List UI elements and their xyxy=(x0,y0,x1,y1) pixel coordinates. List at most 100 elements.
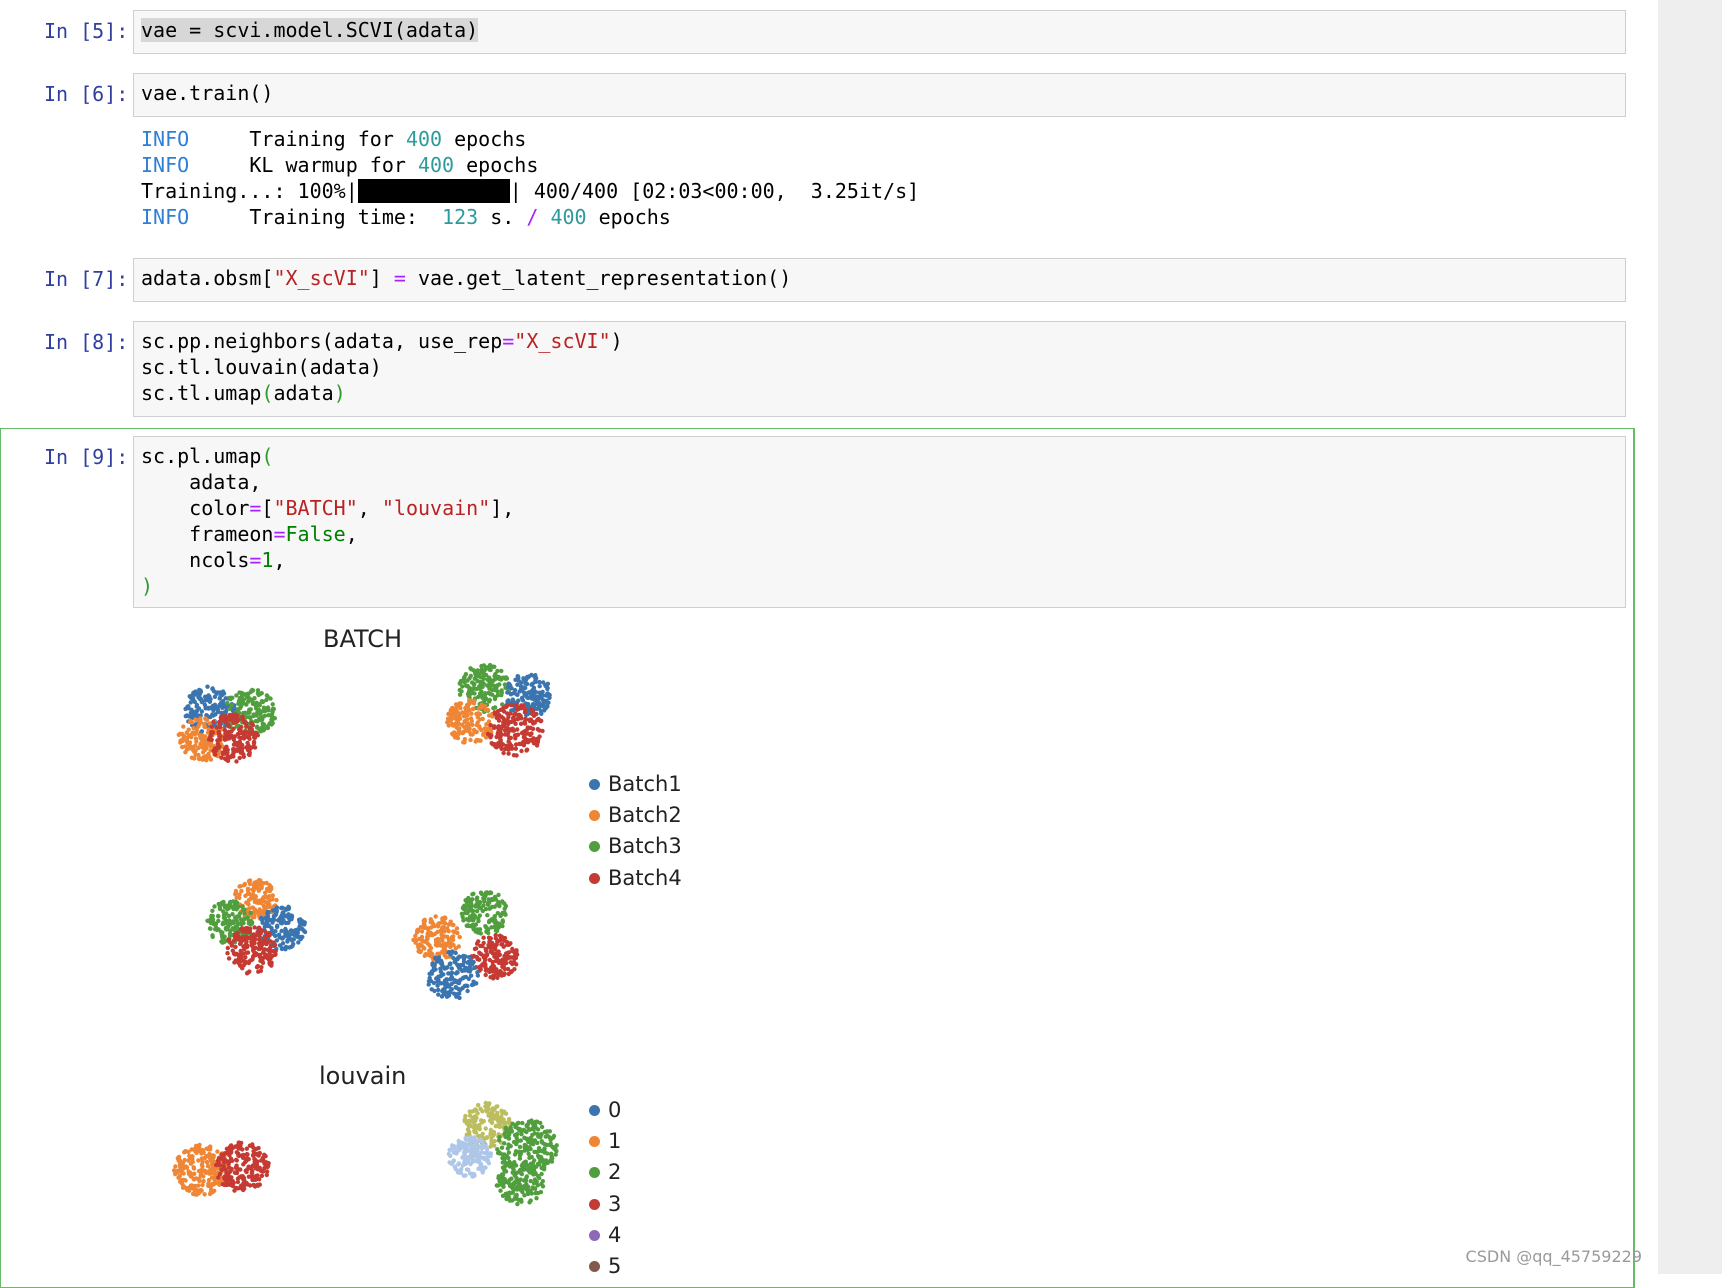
louvain-umap-scatter xyxy=(171,1100,559,1207)
code-cell-input[interactable]: vae.train() xyxy=(133,73,1626,117)
scatter-point xyxy=(448,976,453,981)
scatter-point xyxy=(225,951,230,956)
scatter-point xyxy=(468,915,474,920)
scatter-point xyxy=(238,1167,243,1172)
output-text: KL warmup for xyxy=(249,153,418,177)
scatter-point xyxy=(481,935,486,940)
scatter-point xyxy=(499,942,504,947)
scatter-point xyxy=(446,939,452,945)
code-cell-input[interactable]: sc.pp.neighbors(adata, use_rep="X_scVI")… xyxy=(133,321,1626,417)
scatter-point xyxy=(441,945,446,950)
scatter-point xyxy=(211,708,216,713)
scatter-point xyxy=(225,907,230,912)
scatter-point xyxy=(535,1140,540,1146)
scatter-point xyxy=(456,1142,461,1147)
scatter-point xyxy=(493,712,498,717)
output-slash: / xyxy=(526,205,539,229)
scatter-point xyxy=(469,982,475,988)
scatter-point xyxy=(236,706,242,711)
scatter-point xyxy=(270,893,275,898)
scatter-point xyxy=(510,728,515,733)
scatter-point xyxy=(523,717,529,722)
scatter-point xyxy=(227,1176,232,1182)
scatter-point xyxy=(534,694,540,699)
scatter-point xyxy=(487,939,492,944)
scatter-point xyxy=(503,1126,508,1131)
scatter-point xyxy=(252,907,257,912)
scatter-point xyxy=(280,936,285,941)
scatter-point xyxy=(522,693,527,698)
scatter-point xyxy=(535,737,541,742)
scatter-point xyxy=(176,732,181,737)
scatter-point xyxy=(247,878,253,883)
cell-prompt: In [6]: xyxy=(44,82,129,106)
scatter-point xyxy=(250,957,255,962)
plot-title-louvain: louvain xyxy=(319,1062,407,1090)
output-line: INFO Training for 400 epochs xyxy=(141,126,526,152)
scatter-point xyxy=(201,1150,206,1155)
legend-label: 1 xyxy=(608,1129,622,1153)
scatter-point xyxy=(260,911,265,916)
scatter-point xyxy=(487,680,492,685)
scatter-point xyxy=(197,687,202,693)
scatter-point xyxy=(235,1176,241,1181)
scatter-point xyxy=(249,1170,255,1175)
scatter-point xyxy=(283,926,288,932)
scatter-point xyxy=(200,750,206,755)
scatter-point xyxy=(463,1173,468,1178)
scatter-point xyxy=(252,696,257,701)
scatter-point xyxy=(227,931,233,937)
scatter-point xyxy=(199,736,204,742)
scatter-point xyxy=(255,1173,260,1178)
scatter-point xyxy=(483,968,489,973)
scatter-point xyxy=(230,912,235,917)
scatter-point xyxy=(533,679,539,684)
scatter-point xyxy=(270,897,275,902)
progress-line: Training...: 100%| | 400/400 [02:03<00:00… xyxy=(141,178,919,204)
output-number: 123 xyxy=(442,205,479,229)
scatter-point xyxy=(248,918,253,924)
scatter-point xyxy=(522,710,528,715)
scatter-point xyxy=(490,1109,495,1114)
scatter-point xyxy=(478,1106,483,1112)
scatter-point xyxy=(286,920,291,925)
scatter-point xyxy=(234,895,239,900)
code-string: "louvain" xyxy=(381,496,491,520)
scatter-point xyxy=(296,940,301,945)
scatter-point xyxy=(466,702,471,707)
scatter-point xyxy=(491,964,497,969)
scatter-point xyxy=(199,1156,205,1161)
scatter-point xyxy=(279,928,284,934)
scatter-point xyxy=(226,724,231,729)
scatter-point xyxy=(541,701,546,706)
legend-item: 4 xyxy=(589,1221,621,1249)
scatter-point xyxy=(526,1151,531,1156)
legend-label: 5 xyxy=(608,1254,622,1278)
scatter-point xyxy=(191,1165,196,1170)
scatter-point xyxy=(484,890,490,895)
code-cell-input[interactable]: sc.pl.umap( adata, color=["BATCH", "louv… xyxy=(133,436,1626,608)
scatter-point xyxy=(547,1135,552,1140)
scatter-point xyxy=(456,715,462,721)
scatter-point xyxy=(422,953,427,958)
progress-prefix: Training...: 100%| xyxy=(141,179,358,203)
scatter-point xyxy=(427,932,433,938)
code-line: sc.tl.umap(adata) xyxy=(141,380,1618,406)
scatter-point xyxy=(189,755,195,760)
scatter-point xyxy=(231,737,236,742)
scatter-point xyxy=(483,1126,488,1131)
scatter-point xyxy=(481,963,486,968)
legend-item: 5 xyxy=(589,1252,621,1280)
scatter-point xyxy=(494,1114,499,1119)
scatter-point xyxy=(245,740,250,746)
scatter-point xyxy=(514,753,519,758)
code-cell-input[interactable]: adata.obsm["X_scVI"] = vae.get_latent_re… xyxy=(133,258,1626,302)
scatter-point xyxy=(259,946,264,951)
scatter-point xyxy=(509,1129,514,1134)
scatter-point xyxy=(214,925,219,931)
code-cell-input[interactable]: vae = scvi.model.SCVI(adata) xyxy=(133,10,1626,54)
scatter-point xyxy=(271,706,276,712)
scatter-point xyxy=(428,925,434,930)
scatter-point xyxy=(505,732,510,738)
scatter-point xyxy=(416,949,421,954)
